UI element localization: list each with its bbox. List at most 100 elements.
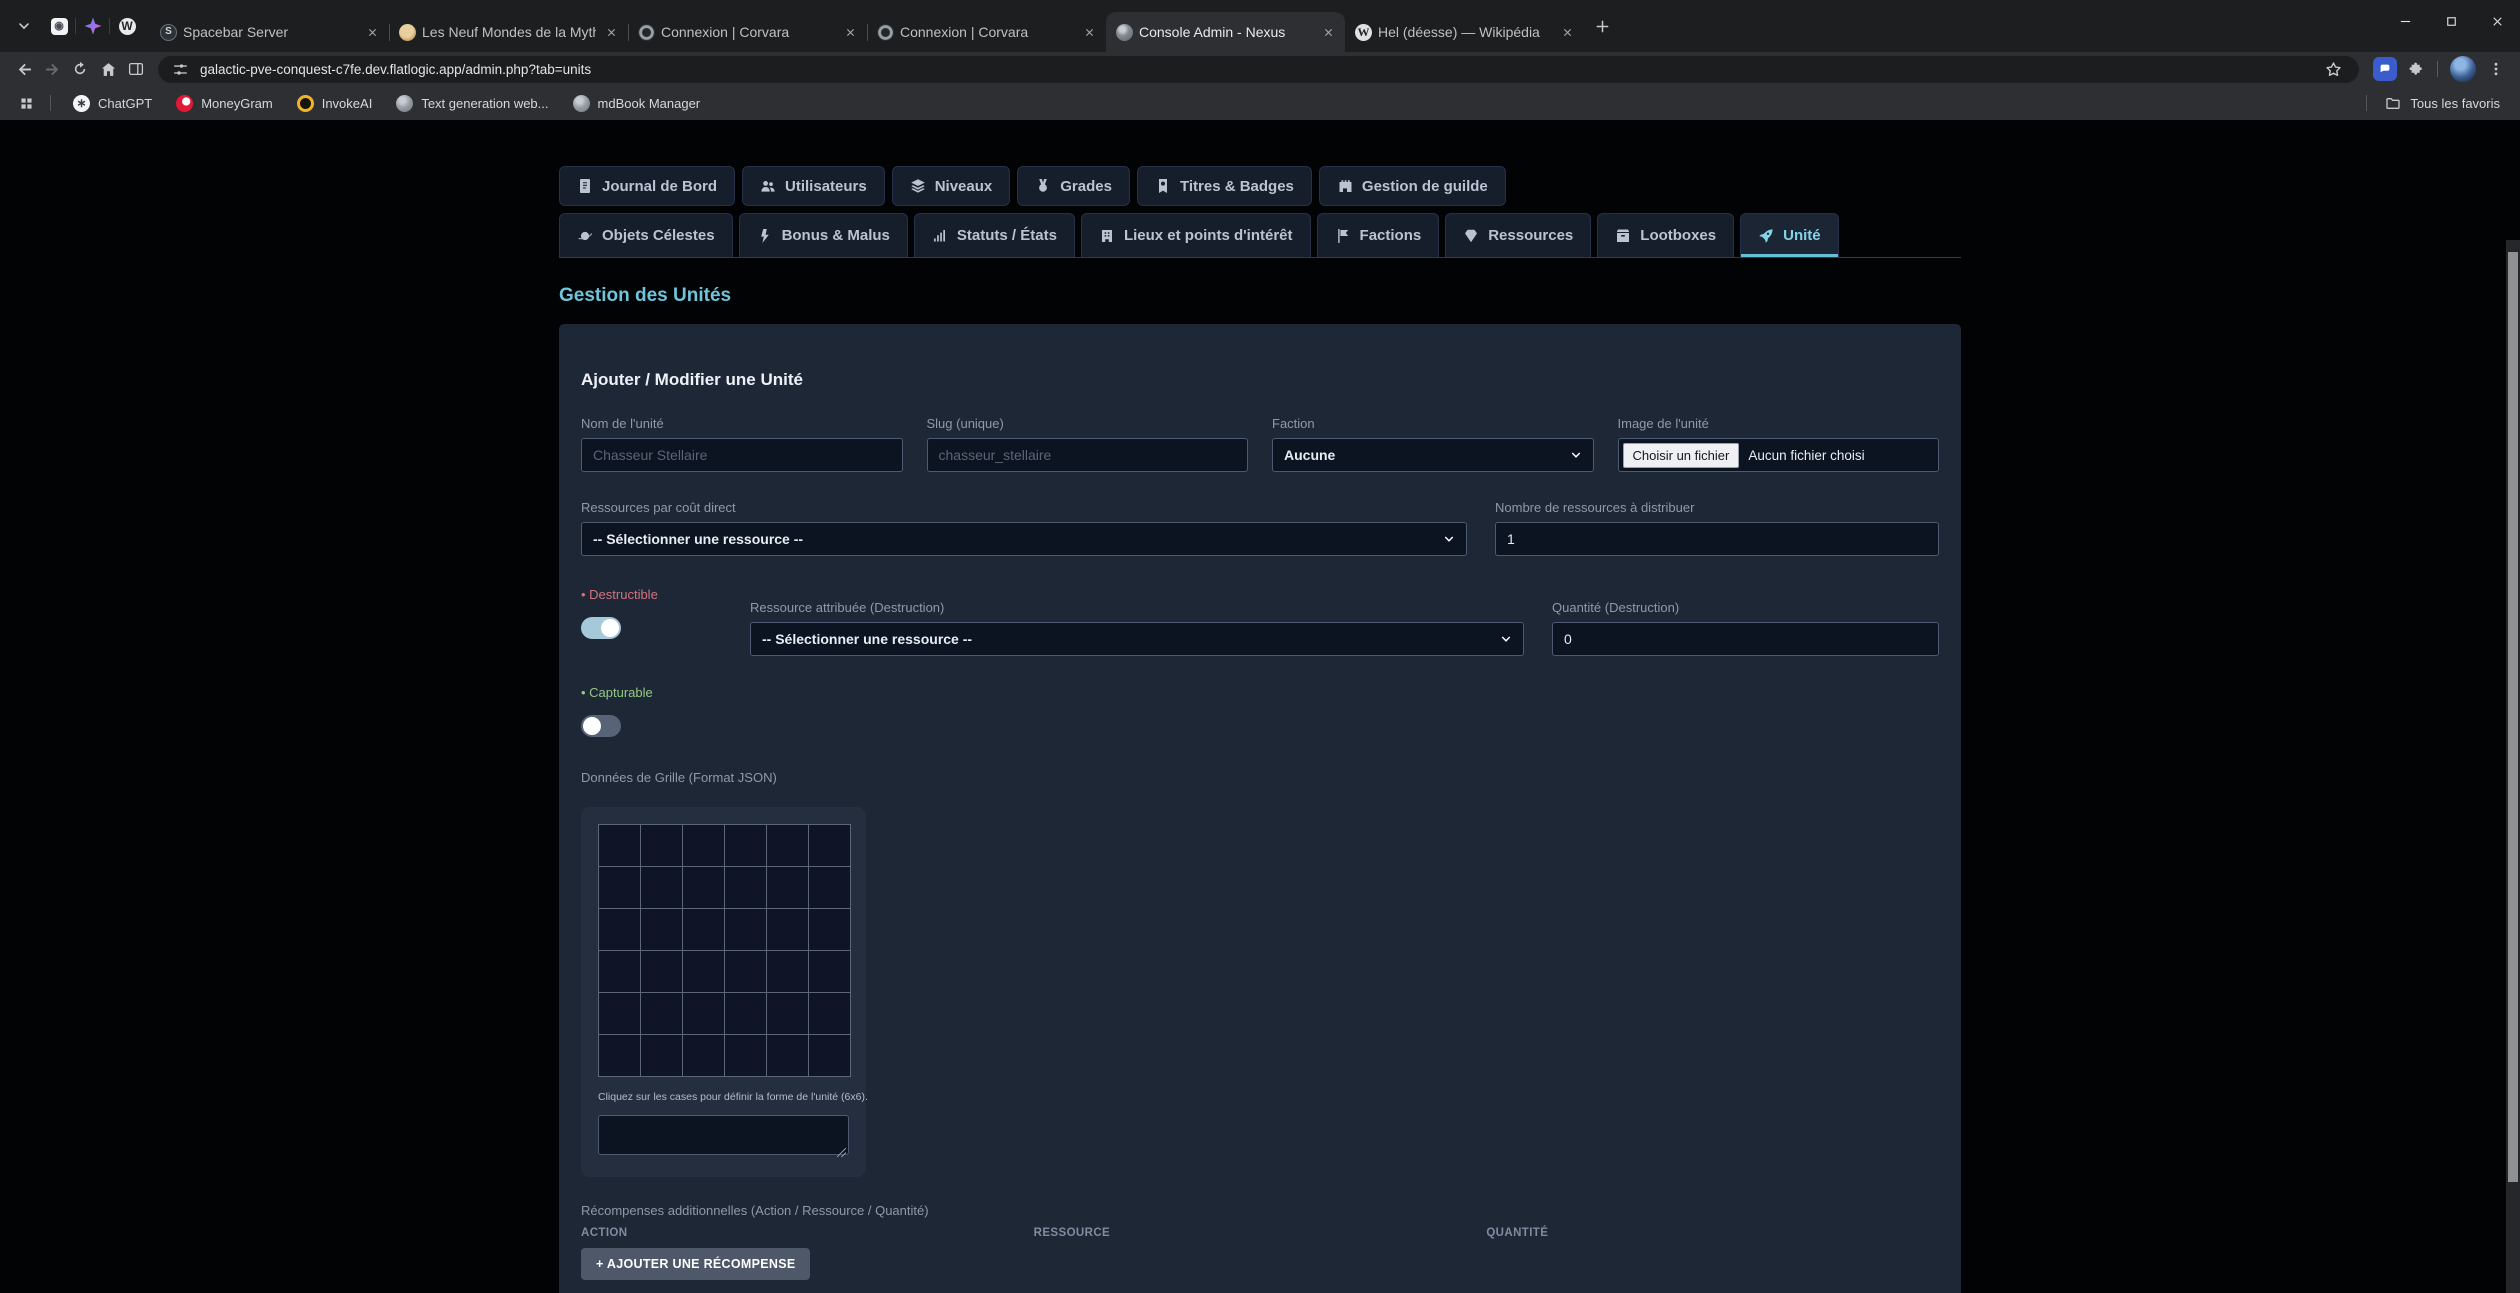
grid-cell[interactable] bbox=[725, 909, 767, 951]
destruction-resource-select[interactable]: -- Sélectionner une ressource -- bbox=[750, 622, 1524, 656]
grid-cell[interactable] bbox=[599, 825, 641, 867]
profile-avatar[interactable] bbox=[2450, 56, 2476, 82]
reload-button[interactable] bbox=[66, 55, 94, 83]
grid-cell[interactable] bbox=[641, 951, 683, 993]
grid-cell[interactable] bbox=[767, 825, 809, 867]
nav-tab-lieux-et-points-d-interet[interactable]: Lieux et points d'intérêt bbox=[1081, 213, 1311, 257]
unit-name-input[interactable] bbox=[581, 438, 903, 472]
tab-close-icon[interactable] bbox=[1558, 23, 1576, 41]
unit-image-file-input[interactable]: Choisir un fichier Aucun fichier choisi bbox=[1618, 438, 1940, 472]
grid-cell[interactable] bbox=[641, 909, 683, 951]
tab-close-icon[interactable] bbox=[1319, 23, 1337, 41]
nav-tab-utilisateurs[interactable]: Utilisateurs bbox=[742, 166, 885, 206]
page-scrollbar[interactable] bbox=[2506, 240, 2520, 1293]
destructible-toggle[interactable] bbox=[581, 617, 621, 639]
pinned-tab-fingerprint[interactable]: ◉ bbox=[42, 9, 76, 43]
nav-tab-statuts-etats[interactable]: Statuts / États bbox=[914, 213, 1075, 257]
browser-tab[interactable]: SSpacebar Server bbox=[150, 12, 389, 52]
grid-cell[interactable] bbox=[599, 993, 641, 1035]
bookmark-invokeai[interactable]: InvokeAI bbox=[285, 89, 385, 117]
grid-cell[interactable] bbox=[599, 909, 641, 951]
nav-tab-titres-badges[interactable]: Titres & Badges bbox=[1137, 166, 1312, 206]
minimize-button[interactable] bbox=[2382, 0, 2428, 42]
extensions-menu-button[interactable] bbox=[2403, 55, 2431, 83]
slug-input[interactable] bbox=[927, 438, 1249, 472]
grid-cell[interactable] bbox=[809, 867, 851, 909]
grid-cell[interactable] bbox=[767, 1035, 809, 1077]
forward-button[interactable] bbox=[38, 55, 66, 83]
grid-cell[interactable] bbox=[641, 867, 683, 909]
url-text[interactable]: galactic-pve-conquest-c7fe.dev.flatlogic… bbox=[200, 62, 2319, 77]
faction-select[interactable]: Aucune bbox=[1272, 438, 1594, 472]
nav-tab-ressources[interactable]: Ressources bbox=[1445, 213, 1591, 257]
grid-cell[interactable] bbox=[767, 909, 809, 951]
grid-cell[interactable] bbox=[725, 951, 767, 993]
nav-tab-niveaux[interactable]: Niveaux bbox=[892, 166, 1011, 206]
grid-cell[interactable] bbox=[683, 993, 725, 1035]
grid-cell[interactable] bbox=[725, 993, 767, 1035]
home-button[interactable] bbox=[94, 55, 122, 83]
close-button[interactable] bbox=[2474, 0, 2520, 42]
bookmark-star-button[interactable] bbox=[2319, 55, 2347, 83]
nav-tab-factions[interactable]: Factions bbox=[1317, 213, 1440, 257]
bookmark-mdbook-manager[interactable]: mdBook Manager bbox=[561, 89, 713, 117]
tab-close-icon[interactable] bbox=[602, 23, 620, 41]
tab-close-icon[interactable] bbox=[363, 23, 381, 41]
extension-button[interactable] bbox=[2373, 57, 2397, 81]
grid-cell[interactable] bbox=[767, 867, 809, 909]
pinned-tab-gemini[interactable] bbox=[76, 9, 110, 43]
maximize-button[interactable] bbox=[2428, 0, 2474, 42]
tab-close-icon[interactable] bbox=[841, 23, 859, 41]
tab-close-icon[interactable] bbox=[1080, 23, 1098, 41]
browser-menu-button[interactable] bbox=[2482, 55, 2510, 83]
grid-cell[interactable] bbox=[809, 909, 851, 951]
pinned-tab-wordpress[interactable]: W bbox=[110, 9, 144, 43]
address-bar[interactable]: galactic-pve-conquest-c7fe.dev.flatlogic… bbox=[158, 56, 2359, 83]
new-tab-button[interactable] bbox=[1588, 12, 1616, 40]
nav-tab-gestion-de-guilde[interactable]: Gestion de guilde bbox=[1319, 166, 1506, 206]
grid-cell[interactable] bbox=[683, 1035, 725, 1077]
grid-cell[interactable] bbox=[599, 1035, 641, 1077]
grid-cell[interactable] bbox=[641, 825, 683, 867]
bookmark-text-generation-web[interactable]: Text generation web... bbox=[384, 89, 560, 117]
grid-cell[interactable] bbox=[767, 993, 809, 1035]
grid-cell[interactable] bbox=[683, 825, 725, 867]
browser-tab[interactable]: Console Admin - Nexus bbox=[1106, 12, 1345, 52]
browser-tab[interactable]: WHel (déesse) — Wikipédia bbox=[1345, 12, 1584, 52]
scrollbar-thumb[interactable] bbox=[2508, 252, 2518, 1182]
distribute-count-input[interactable] bbox=[1495, 522, 1939, 556]
bookmark-moneygram[interactable]: MoneyGram bbox=[164, 89, 285, 117]
grid-cell[interactable] bbox=[683, 951, 725, 993]
nav-tab-grades[interactable]: Grades bbox=[1017, 166, 1130, 206]
nav-tab-bonus-malus[interactable]: Bonus & Malus bbox=[739, 213, 908, 257]
nav-tab-lootboxes[interactable]: Lootboxes bbox=[1597, 213, 1734, 257]
grid-cell[interactable] bbox=[809, 1035, 851, 1077]
all-bookmarks-button[interactable]: Tous les favoris bbox=[2377, 95, 2508, 111]
grid-cell[interactable] bbox=[767, 951, 809, 993]
cost-resource-select[interactable]: -- Sélectionner une ressource -- bbox=[581, 522, 1467, 556]
grid-cell[interactable] bbox=[599, 867, 641, 909]
grid-cell[interactable] bbox=[725, 867, 767, 909]
browser-tab[interactable]: Les Neuf Mondes de la Mytholo bbox=[389, 12, 628, 52]
nav-tab-objets-celestes[interactable]: Objets Célestes bbox=[559, 213, 733, 257]
back-button[interactable] bbox=[10, 55, 38, 83]
browser-tab[interactable]: Connexion | Corvara bbox=[867, 12, 1106, 52]
nav-tab-journal-de-bord[interactable]: Journal de Bord bbox=[559, 166, 735, 206]
add-reward-button[interactable]: + AJOUTER UNE RÉCOMPENSE bbox=[581, 1248, 810, 1280]
grid-cell[interactable] bbox=[641, 1035, 683, 1077]
browser-tab[interactable]: Connexion | Corvara bbox=[628, 12, 867, 52]
grid-cell[interactable] bbox=[725, 825, 767, 867]
grid-cell[interactable] bbox=[599, 951, 641, 993]
bookmark-chatgpt[interactable]: ∗ChatGPT bbox=[61, 89, 164, 117]
grid-json-textarea[interactable] bbox=[598, 1115, 849, 1155]
apps-shortcut-button[interactable] bbox=[12, 89, 40, 117]
nav-tab-unite[interactable]: Unité bbox=[1740, 213, 1839, 257]
grid-cell[interactable] bbox=[809, 993, 851, 1035]
choose-file-button[interactable]: Choisir un fichier bbox=[1623, 443, 1740, 468]
tab-search-button[interactable] bbox=[10, 12, 38, 40]
grid-cell[interactable] bbox=[809, 825, 851, 867]
capturable-toggle[interactable] bbox=[581, 715, 621, 737]
grid-cell[interactable] bbox=[683, 909, 725, 951]
side-panel-button[interactable] bbox=[122, 55, 150, 83]
site-settings-button[interactable] bbox=[170, 55, 190, 83]
